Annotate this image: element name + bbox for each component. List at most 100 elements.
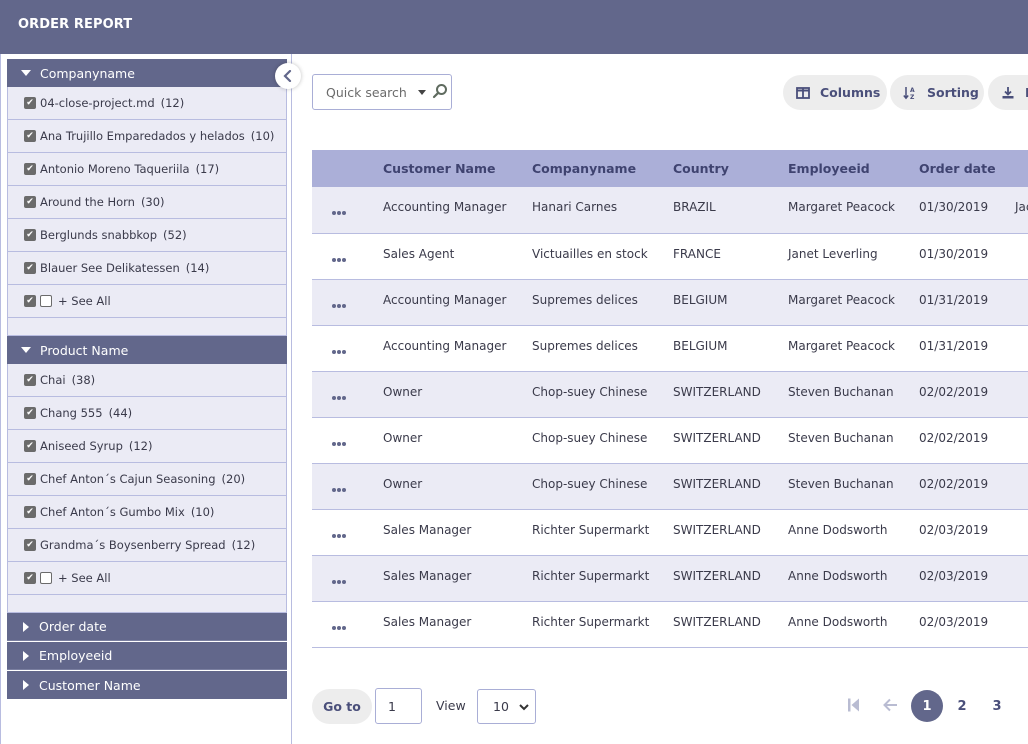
filter-item[interactable]: ✔ Chai (38) — [8, 364, 286, 397]
more-dots-icon — [332, 533, 336, 538]
quick-search-input[interactable]: Quick search — [312, 74, 452, 110]
previous-page-button[interactable] — [882, 697, 898, 717]
cell-companyname: Richter Supermarkt — [532, 614, 650, 629]
columns-label: Columns — [820, 85, 881, 100]
filter-item[interactable]: ✔ Berglunds snabbkop (52) — [8, 219, 286, 252]
filter-item-label: Ana Trujillo Emparedados y helados — [40, 129, 245, 143]
row-actions-menu[interactable] — [312, 555, 383, 601]
cell-country: BELGIUM — [673, 292, 728, 307]
see-all-item[interactable]: ✔ + See All — [8, 285, 286, 318]
filter-item-label: Chef Anton´s Gumbo Mix — [40, 505, 185, 519]
row-actions-menu[interactable] — [312, 509, 383, 555]
filter-item-count: (12) — [128, 439, 153, 453]
filter-item[interactable]: ✔ Aniseed Syrup (12) — [8, 430, 286, 463]
filter-panel-header-employeeid[interactable]: Employeeid — [7, 642, 287, 670]
checkbox-checked-icon[interactable]: ✔ — [24, 440, 36, 452]
rows-per-page-select[interactable]: 10 — [477, 689, 536, 724]
table-row[interactable]: Sales Agent Victuailles en stock FRANCE Jan… — [312, 233, 1028, 279]
row-actions-menu[interactable] — [312, 187, 383, 233]
checkbox-checked-icon[interactable]: ✔ — [24, 473, 36, 485]
column-header-extra[interactable] — [1015, 150, 1028, 187]
page-button-2[interactable]: 2 — [946, 690, 978, 722]
cell-country: FRANCE — [673, 246, 721, 261]
panel-spacer — [8, 318, 286, 336]
checkbox-unchecked-icon[interactable] — [40, 572, 52, 584]
filter-item[interactable]: ✔ 04-close-project.md (12) — [8, 87, 286, 120]
dropdown-caret-icon[interactable] — [417, 89, 426, 95]
more-dots-icon — [337, 441, 341, 446]
row-actions-menu[interactable] — [312, 279, 383, 325]
see-all-link[interactable]: + See All — [58, 294, 111, 308]
checkbox-checked-icon[interactable]: ✔ — [24, 130, 36, 142]
table-row[interactable]: Sales Manager Richter Supermarkt SWITZERLA… — [312, 509, 1028, 555]
filter-item[interactable]: ✔ Chef Anton´s Gumbo Mix (10) — [8, 496, 286, 529]
checkbox-checked-icon[interactable]: ✔ — [24, 407, 36, 419]
filter-item[interactable]: ✔ Blauer See Delikatessen (14) — [8, 252, 286, 285]
filter-item[interactable]: ✔ Chef Anton´s Cajun Seasoning (20) — [8, 463, 286, 496]
filter-item[interactable]: ✔ Antonio Moreno Taqueriila (17) — [8, 153, 286, 186]
table-row[interactable]: Owner Chop-suey Chinese SWITZERLAND Steven … — [312, 371, 1028, 417]
filter-item[interactable]: ✔ Chang 555 (44) — [8, 397, 286, 430]
export-button[interactable]: E — [988, 75, 1028, 110]
column-header-customer-name[interactable]: Customer Name — [383, 150, 532, 187]
table-row[interactable]: Accounting Manager Hanari Carnes BRAZIL Mar… — [312, 187, 1028, 233]
filter-item-count: (12) — [231, 538, 256, 552]
see-all-link[interactable]: + See All — [58, 571, 111, 585]
column-header-employeeid[interactable]: Employeeid — [788, 150, 919, 187]
table-row[interactable]: Sales Manager Richter Supermarkt SWITZERLA… — [312, 601, 1028, 647]
more-dots-icon — [337, 395, 341, 400]
column-header-order-date[interactable]: Order date — [919, 150, 1015, 187]
table-row[interactable]: Owner Chop-suey Chinese SWITZERLAND Steven … — [312, 417, 1028, 463]
checkbox-checked-icon[interactable]: ✔ — [24, 539, 36, 551]
checkbox-checked-icon[interactable]: ✔ — [24, 374, 36, 386]
checkbox-unchecked-icon[interactable] — [40, 295, 52, 307]
sorting-button[interactable]: AZ Sorting — [890, 75, 984, 110]
filter-item-count: (20) — [221, 472, 246, 486]
more-dots-icon — [332, 625, 336, 630]
table-row[interactable]: Accounting Manager Supremes delices BELGIU… — [312, 279, 1028, 325]
checkbox-checked-icon[interactable]: ✔ — [24, 506, 36, 518]
row-actions-menu[interactable] — [312, 463, 383, 509]
filter-item[interactable]: ✔ Around the Horn (30) — [8, 186, 286, 219]
checkbox-checked-icon[interactable]: ✔ — [24, 229, 36, 241]
filter-panel-header-order-date[interactable]: Order date — [7, 613, 287, 641]
row-actions-menu[interactable] — [312, 417, 383, 463]
first-page-button[interactable] — [847, 697, 860, 717]
checkbox-checked-icon[interactable]: ✔ — [24, 572, 36, 584]
columns-button[interactable]: Columns — [783, 75, 887, 110]
checkbox-checked-icon[interactable]: ✔ — [24, 97, 36, 109]
filter-panel-body: ✔ 04-close-project.md (12) ✔ Ana Trujillo E… — [7, 87, 287, 336]
table-body: Accounting Manager Hanari Carnes BRAZIL Mar… — [312, 187, 1028, 647]
collapse-sidebar-button[interactable] — [275, 63, 301, 89]
column-header-country[interactable]: Country — [673, 150, 788, 187]
checkbox-checked-icon[interactable]: ✔ — [24, 163, 36, 175]
filter-item[interactable]: ✔ Ana Trujillo Emparedados y helados (10) — [8, 120, 286, 153]
row-actions-menu[interactable] — [312, 371, 383, 417]
column-header-companyname[interactable]: Companyname — [532, 150, 673, 187]
page-button-1[interactable]: 1 — [911, 690, 943, 722]
table-row[interactable]: Sales Manager Richter Supermarkt SWITZERLA… — [312, 555, 1028, 601]
go-to-button[interactable]: Go to — [312, 689, 372, 724]
search-icon[interactable] — [432, 83, 448, 102]
more-dots-icon — [337, 303, 341, 308]
cell-customer-name: Accounting Manager — [383, 200, 507, 214]
filter-panel-header-companyname[interactable]: Companyname — [7, 59, 287, 87]
row-actions-menu[interactable] — [312, 233, 383, 279]
filter-item[interactable]: ✔ Grandma´s Boysenberry Spread (12) — [8, 529, 286, 562]
filter-panel-header-customer-name[interactable]: Customer Name — [7, 671, 287, 699]
filter-panel-header-product-name[interactable]: Product Name — [7, 336, 287, 364]
more-dots-icon — [342, 533, 346, 538]
page-number-input[interactable] — [375, 688, 422, 724]
checkbox-checked-icon[interactable]: ✔ — [24, 196, 36, 208]
table-row[interactable]: Owner Chop-suey Chinese SWITZERLAND Steven … — [312, 463, 1028, 509]
page-button-3[interactable]: 3 — [981, 690, 1013, 722]
row-actions-menu[interactable] — [312, 325, 383, 371]
table-row[interactable]: Accounting Manager Supremes delices BELGIU… — [312, 325, 1028, 371]
cell-extra — [1015, 371, 1028, 417]
checkbox-checked-icon[interactable]: ✔ — [24, 295, 36, 307]
cell-employeeid: Margaret Peacock — [788, 338, 896, 353]
row-actions-menu[interactable] — [312, 601, 383, 647]
see-all-item[interactable]: ✔ + See All — [8, 562, 286, 595]
checkbox-checked-icon[interactable]: ✔ — [24, 262, 36, 274]
cell-employeeid: Janet Leverling — [788, 246, 878, 261]
